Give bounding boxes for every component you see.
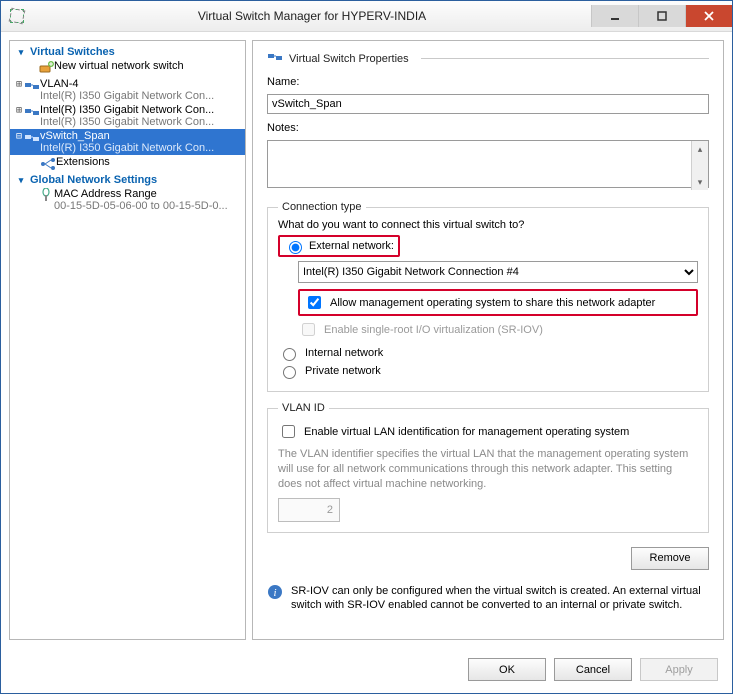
collapse-icon[interactable]: ⊟ bbox=[14, 130, 24, 144]
svg-text:i: i bbox=[273, 587, 276, 599]
vlan-id-input: 2 bbox=[278, 498, 340, 522]
ok-button[interactable]: OK bbox=[468, 658, 546, 681]
tree-item-mac-range[interactable]: MAC Address Range 00-15-5D-05-06-00 to 0… bbox=[10, 187, 245, 213]
vlan-group: VLAN ID Enable virtual LAN identificatio… bbox=[267, 402, 709, 533]
left-tree-pane[interactable]: ▾ Virtual Switches New virtual network s… bbox=[9, 40, 246, 640]
expand-icon[interactable]: ⊞ bbox=[14, 104, 24, 118]
allow-mgmt-highlight: Allow management operating system to sha… bbox=[298, 289, 698, 316]
properties-heading: Virtual Switch Properties bbox=[267, 49, 709, 68]
switch-icon bbox=[24, 78, 40, 94]
virtual-switch-manager-window: Virtual Switch Manager for HYPERV-INDIA … bbox=[0, 0, 733, 694]
tree-item-vswitch-span[interactable]: ⊟ vSwitch_Span Intel(R) I350 Gigabit Net… bbox=[10, 129, 245, 155]
vlan-help-text: The VLAN identifier specifies the virtua… bbox=[278, 447, 698, 492]
name-label: Name: bbox=[267, 76, 709, 88]
caret-down-icon: ▾ bbox=[16, 47, 26, 58]
tree-item-label: vSwitch_Span bbox=[40, 130, 214, 142]
tree-item-extensions[interactable]: Extensions bbox=[10, 155, 245, 173]
external-network-radio[interactable] bbox=[289, 241, 302, 254]
connection-type-question: What do you want to connect this virtual… bbox=[278, 219, 698, 231]
switch-add-icon bbox=[38, 60, 54, 76]
switch-icon bbox=[24, 104, 40, 120]
tree-item-sub: Intel(R) I350 Gigabit Network Con... bbox=[40, 90, 214, 102]
tree-item-sub: 00-15-5D-05-06-00 to 00-15-5D-0... bbox=[54, 200, 228, 212]
tree-item-label: Intel(R) I350 Gigabit Network Con... bbox=[40, 104, 214, 116]
external-network-highlight: External network: bbox=[278, 235, 400, 257]
dialog-footer: OK Cancel Apply bbox=[1, 648, 732, 693]
properties-heading-text: Virtual Switch Properties bbox=[289, 53, 409, 65]
tree-item-sub: Intel(R) I350 Gigabit Network Con... bbox=[40, 142, 214, 154]
sriov-label: Enable single-root I/O virtualization (S… bbox=[324, 324, 543, 336]
extensions-icon bbox=[40, 156, 56, 172]
switch-icon bbox=[24, 130, 40, 146]
vlan-enable-checkbox[interactable] bbox=[282, 425, 295, 438]
titlebar[interactable]: Virtual Switch Manager for HYPERV-INDIA bbox=[1, 1, 732, 32]
tree-item-label: Extensions bbox=[56, 156, 110, 168]
tree-item-sub: Intel(R) I350 Gigabit Network Con... bbox=[40, 116, 214, 128]
expand-icon[interactable]: ⊞ bbox=[14, 78, 24, 92]
notes-textarea[interactable] bbox=[267, 140, 709, 188]
tree-item-vlan4[interactable]: ⊞ VLAN-4 Intel(R) I350 Gigabit Network C… bbox=[10, 77, 245, 103]
allow-mgmt-label: Allow management operating system to sha… bbox=[330, 297, 655, 309]
window-buttons bbox=[591, 5, 732, 27]
app-icon bbox=[9, 8, 25, 24]
switch-name-input[interactable] bbox=[267, 94, 709, 114]
vlan-legend: VLAN ID bbox=[278, 402, 329, 414]
switch-icon bbox=[267, 49, 283, 68]
internal-network-label: Internal network bbox=[305, 347, 383, 359]
sriov-info-row: i SR-IOV can only be configured when the… bbox=[267, 584, 709, 614]
tree-item-intel[interactable]: ⊞ Intel(R) I350 Gigabit Network Con... I… bbox=[10, 103, 245, 129]
private-network-label: Private network bbox=[305, 365, 381, 377]
internal-network-radio[interactable] bbox=[283, 348, 296, 361]
minimize-button[interactable] bbox=[591, 5, 638, 27]
info-icon: i bbox=[267, 584, 283, 603]
mac-icon bbox=[38, 188, 54, 204]
close-button[interactable] bbox=[685, 5, 732, 27]
scroll-up-icon[interactable]: ▴ bbox=[692, 141, 708, 157]
external-network-label: External network: bbox=[309, 240, 394, 252]
scroll-down-icon[interactable]: ▾ bbox=[692, 174, 708, 190]
section-label: Virtual Switches bbox=[30, 46, 115, 58]
connection-type-legend: Connection type bbox=[278, 201, 366, 213]
sriov-checkbox bbox=[302, 323, 315, 336]
cancel-button[interactable]: Cancel bbox=[554, 658, 632, 681]
adapter-select[interactable]: Intel(R) I350 Gigabit Network Connection… bbox=[298, 261, 698, 283]
notes-scrollbar[interactable]: ▴▾ bbox=[691, 141, 708, 190]
notes-label: Notes: bbox=[267, 122, 709, 134]
vlan-enable-label: Enable virtual LAN identification for ma… bbox=[304, 426, 629, 438]
tree-item-label: MAC Address Range bbox=[54, 188, 228, 200]
tree-item-label: New virtual network switch bbox=[54, 60, 184, 72]
private-network-radio[interactable] bbox=[283, 366, 296, 379]
sriov-info-text: SR-IOV can only be configured when the v… bbox=[291, 584, 709, 614]
section-global-settings[interactable]: ▾ Global Network Settings bbox=[10, 173, 245, 187]
connection-type-group: Connection type What do you want to conn… bbox=[267, 201, 709, 392]
tree-item-new-switch[interactable]: New virtual network switch bbox=[10, 59, 245, 77]
window-title: Virtual Switch Manager for HYPERV-INDIA bbox=[33, 9, 591, 23]
section-virtual-switches[interactable]: ▾ Virtual Switches bbox=[10, 45, 245, 59]
maximize-button[interactable] bbox=[638, 5, 685, 27]
allow-mgmt-checkbox[interactable] bbox=[308, 296, 321, 309]
section-label: Global Network Settings bbox=[30, 174, 157, 186]
tree-item-label: VLAN-4 bbox=[40, 78, 214, 90]
caret-down-icon: ▾ bbox=[16, 175, 26, 186]
properties-pane: Virtual Switch Properties Name: Notes: ▴… bbox=[252, 40, 724, 640]
remove-button[interactable]: Remove bbox=[631, 547, 709, 570]
apply-button: Apply bbox=[640, 658, 718, 681]
